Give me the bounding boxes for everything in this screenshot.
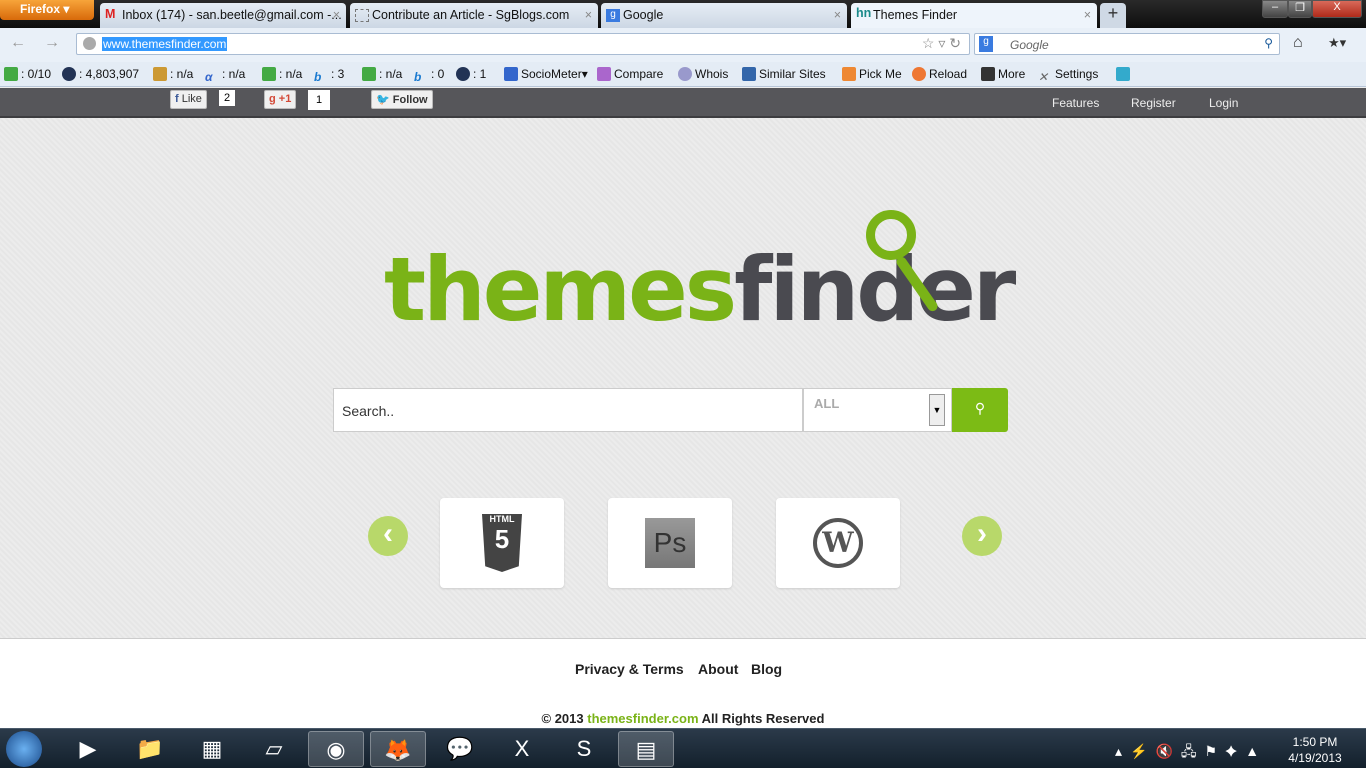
tab-themes-finder[interactable]: hn Themes Finder × <box>851 3 1097 28</box>
tab-sgblogs[interactable]: Contribute an Article - SgBlogs.com × <box>350 3 598 28</box>
similar-sites-button[interactable]: Similar Sites <box>742 67 826 81</box>
back-icon[interactable]: ← <box>10 34 26 52</box>
copyright-site-link[interactable]: themesfinder.com <box>587 711 698 726</box>
browser-search-input[interactable]: g Google ⚲ <box>974 33 1280 55</box>
themesfinder-page: f Like 2 g +1 1 🐦 Follow Features Regist… <box>0 88 1366 728</box>
search-button[interactable]: ⚲ <box>952 388 1008 432</box>
bing-backlinks-item[interactable]: b: 0 <box>414 67 444 84</box>
nav-register[interactable]: Register <box>1131 96 1176 110</box>
wordpress-icon: W <box>813 518 863 568</box>
site-top-nav: f Like 2 g +1 1 🐦 Follow Features Regist… <box>0 88 1366 118</box>
firefox-icon[interactable]: 🦊 <box>370 731 426 767</box>
search-input[interactable]: Search.. <box>333 388 803 432</box>
plus-count: 1 <box>308 90 331 110</box>
alexa-links-item[interactable]: : 1 <box>456 67 486 81</box>
minimize-button[interactable]: – <box>1262 0 1288 18</box>
facebook-like-button[interactable]: f Like <box>170 90 207 109</box>
html5-icon: HTML 5 <box>482 514 522 572</box>
more-button[interactable]: More <box>981 67 1025 81</box>
copyright: © 2013 themesfinder.com All Rights Reser… <box>541 711 825 726</box>
globe-icon <box>83 37 96 50</box>
calculator-icon[interactable]: ▦ <box>184 731 240 767</box>
url-bar[interactable]: www.themesfinder.com ☆ ▿ ↻ <box>76 33 970 55</box>
chevron-down-icon[interactable]: ▼ <box>929 394 945 426</box>
seo-toolbar: : 0/10 : 4,803,907 : n/a α: n/a : n/a b:… <box>0 62 1366 87</box>
gtalk-icon[interactable]: 💬 <box>432 731 488 767</box>
clock[interactable]: 1:50 PM 4/19/2013 <box>1282 734 1348 766</box>
photoshop-card[interactable]: Ps <box>608 498 732 588</box>
nav-login[interactable]: Login <box>1209 96 1238 110</box>
dmoz-item[interactable]: : n/a <box>153 67 193 81</box>
google-backlinks-item[interactable]: : n/a <box>362 67 402 81</box>
google-icon: g <box>606 9 620 22</box>
google-index-item[interactable]: : n/a <box>262 67 302 81</box>
reload-button[interactable]: Reload <box>912 67 967 81</box>
explorer-icon[interactable]: 📁 <box>122 731 178 767</box>
excel-icon[interactable]: X <box>494 731 550 767</box>
close-icon[interactable]: × <box>333 8 340 22</box>
footer-privacy-link[interactable]: Privacy & Terms <box>575 661 684 677</box>
tab-google[interactable]: g Google × <box>601 3 847 28</box>
twitter-follow-button[interactable]: 🐦 Follow <box>371 90 433 109</box>
carousel-prev-button[interactable]: ‹ <box>368 516 408 556</box>
star-reload-icons[interactable]: ☆ ▿ ↻ <box>922 35 961 52</box>
alpha-item[interactable]: α: n/a <box>205 67 245 84</box>
themesfinder-icon: hn <box>856 6 872 20</box>
photoshop-icon: Ps <box>645 518 695 568</box>
system-tray-icons[interactable]: ▴⚡🔇🖧⚑✦▲ <box>1115 741 1267 765</box>
windows-taskbar: ▶ 📁 ▦ ▱ ◉ 🦊 💬 X S ▤ ▴⚡🔇🖧⚑✦▲ 1:50 PM 4/19/… <box>0 728 1366 768</box>
close-window-button[interactable]: X <box>1312 0 1362 18</box>
pagerank-item[interactable]: : 0/10 <box>4 67 51 81</box>
nav-features[interactable]: Features <box>1052 96 1099 110</box>
bookmarks-icon[interactable]: ★▾ <box>1328 35 1346 51</box>
footer-about-link[interactable]: About <box>698 661 738 677</box>
forward-icon[interactable]: → <box>44 34 60 52</box>
chrome-icon[interactable]: ◉ <box>308 731 364 767</box>
carousel-next-button[interactable]: › <box>962 516 1002 556</box>
tab-gmail[interactable]: M Inbox (174) - san.beetle@gmail.com -...… <box>100 3 346 28</box>
wordpress-card[interactable]: W <box>776 498 900 588</box>
footer-blog-link[interactable]: Blog <box>751 661 782 677</box>
media-player-icon[interactable]: ▶ <box>60 731 116 767</box>
close-icon[interactable]: × <box>585 8 592 22</box>
html5-card[interactable]: HTML 5 <box>440 498 564 588</box>
settings-button[interactable]: ✕ Settings <box>1038 67 1098 84</box>
gmail-icon: M <box>105 7 116 21</box>
search-icon[interactable]: ⚲ <box>1264 36 1273 50</box>
home-icon[interactable]: ⌂ <box>1293 34 1303 52</box>
compare-button[interactable]: Compare <box>597 67 663 81</box>
whois-button[interactable]: Whois <box>678 67 728 81</box>
pick-me-button[interactable]: Pick Me <box>842 67 902 81</box>
google-plus-button[interactable]: g +1 <box>264 90 297 109</box>
site-footer: Privacy & Terms About Blog © 2013 themes… <box>0 638 1366 728</box>
firefox-menu-button[interactable]: Firefox ▾ <box>0 0 94 20</box>
notes-icon[interactable]: ▱ <box>246 731 302 767</box>
google-icon[interactable]: g <box>979 36 993 52</box>
sociometer-button[interactable]: SocioMeter▾ <box>504 67 588 81</box>
alexa-item[interactable]: : 4,803,907 <box>62 67 139 81</box>
magnifier-logo-icon <box>866 210 916 260</box>
browser-tab-bar: Firefox ▾ M Inbox (174) - san.beetle@gmai… <box>0 0 1366 28</box>
close-icon[interactable]: × <box>1084 8 1091 22</box>
app-icon[interactable]: ▤ <box>618 731 674 767</box>
bing-item[interactable]: b: 3 <box>314 67 344 84</box>
like-count: 2 <box>219 90 236 106</box>
page-icon <box>355 9 369 22</box>
maximize-button[interactable]: ❐ <box>1288 0 1312 18</box>
skype-icon[interactable]: S <box>556 731 612 767</box>
start-button[interactable] <box>6 731 42 767</box>
new-tab-button[interactable]: + <box>1100 3 1126 28</box>
close-icon[interactable]: × <box>834 8 841 22</box>
twitter-icon[interactable] <box>1116 67 1133 81</box>
